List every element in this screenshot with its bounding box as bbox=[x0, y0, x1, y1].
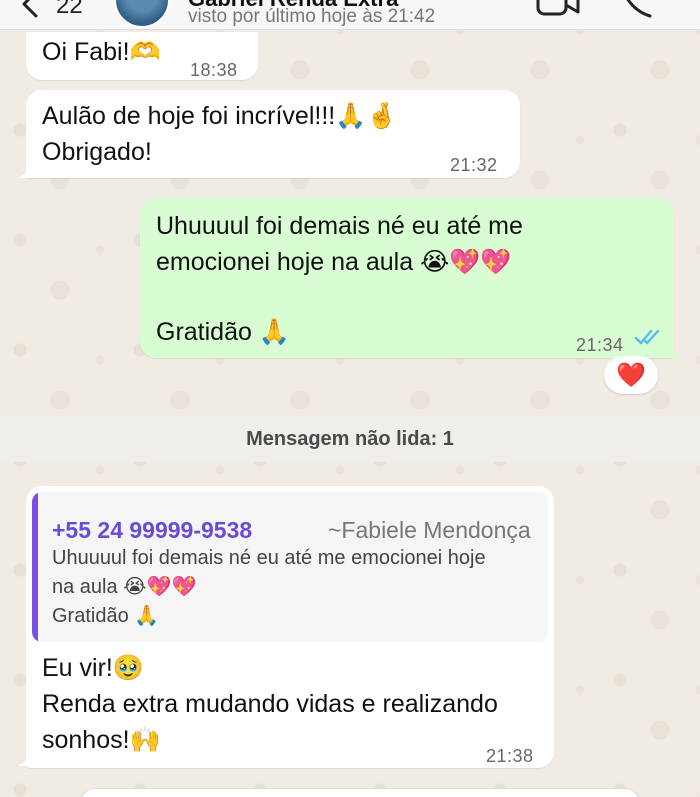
bubble-tail bbox=[18, 750, 36, 766]
message-incoming[interactable]: Aulão de hoje foi incrível!!!🙏🤞 Obrigado… bbox=[26, 90, 520, 178]
message-time: 21:32 bbox=[450, 155, 498, 175]
chevron-left-icon[interactable] bbox=[16, 0, 46, 18]
unread-messages-banner: Mensagem não lida: 1 bbox=[0, 416, 700, 462]
message-text: Aulão de hoje foi incrível!!!🙏🤞 Obrigado… bbox=[42, 102, 398, 166]
message-text: Uhuuuul foi demais né eu até me emocione… bbox=[156, 212, 523, 346]
quoted-message[interactable]: +55 24 99999-9538 ~Fabiele Mendonça Uhuu… bbox=[32, 492, 548, 642]
message-outgoing[interactable]: Uhuuuul foi demais né eu até me emocione… bbox=[140, 198, 674, 358]
quote-accent-bar bbox=[32, 492, 38, 642]
double-check-icon bbox=[634, 329, 660, 345]
quote-sender-name: ~Fabiele Mendonça bbox=[328, 517, 531, 543]
contact-avatar[interactable] bbox=[114, 0, 170, 28]
last-seen-status: visto por último hoje às 21:42 bbox=[188, 6, 436, 27]
video-call-icon[interactable] bbox=[536, 0, 582, 18]
phone-call-icon[interactable] bbox=[620, 0, 654, 18]
message-incoming[interactable]: +55 24 99999-9538 ~Fabiele Mendonça Uhuu… bbox=[26, 486, 554, 768]
bubble-tail bbox=[664, 342, 682, 358]
message-time: 21:38 bbox=[486, 746, 534, 766]
message-text: Eu vir!🥹 Renda extra mudando vidas e rea… bbox=[42, 654, 498, 754]
reaction-badge[interactable]: ❤️ bbox=[604, 356, 658, 394]
bubble-tail bbox=[18, 162, 36, 178]
message-incoming[interactable]: Oi Fabi!🫶 18:38 bbox=[26, 32, 258, 80]
quote-sender-phone: +55 24 99999-9538 bbox=[52, 517, 253, 543]
message-composer[interactable] bbox=[80, 788, 640, 797]
message-time: 18:38 bbox=[190, 60, 238, 80]
heart-reaction-icon: ❤️ bbox=[616, 361, 646, 389]
chat-header: 22 Gabriel Renda Extra visto por último … bbox=[0, 0, 700, 30]
unread-banner-label: Mensagem não lida: 1 bbox=[246, 427, 454, 450]
message-text: Oi Fabi!🫶 bbox=[42, 38, 161, 66]
back-unread-count[interactable]: 22 bbox=[56, 0, 83, 20]
quote-text: Uhuuuul foi demais né eu até me emocione… bbox=[52, 547, 486, 627]
